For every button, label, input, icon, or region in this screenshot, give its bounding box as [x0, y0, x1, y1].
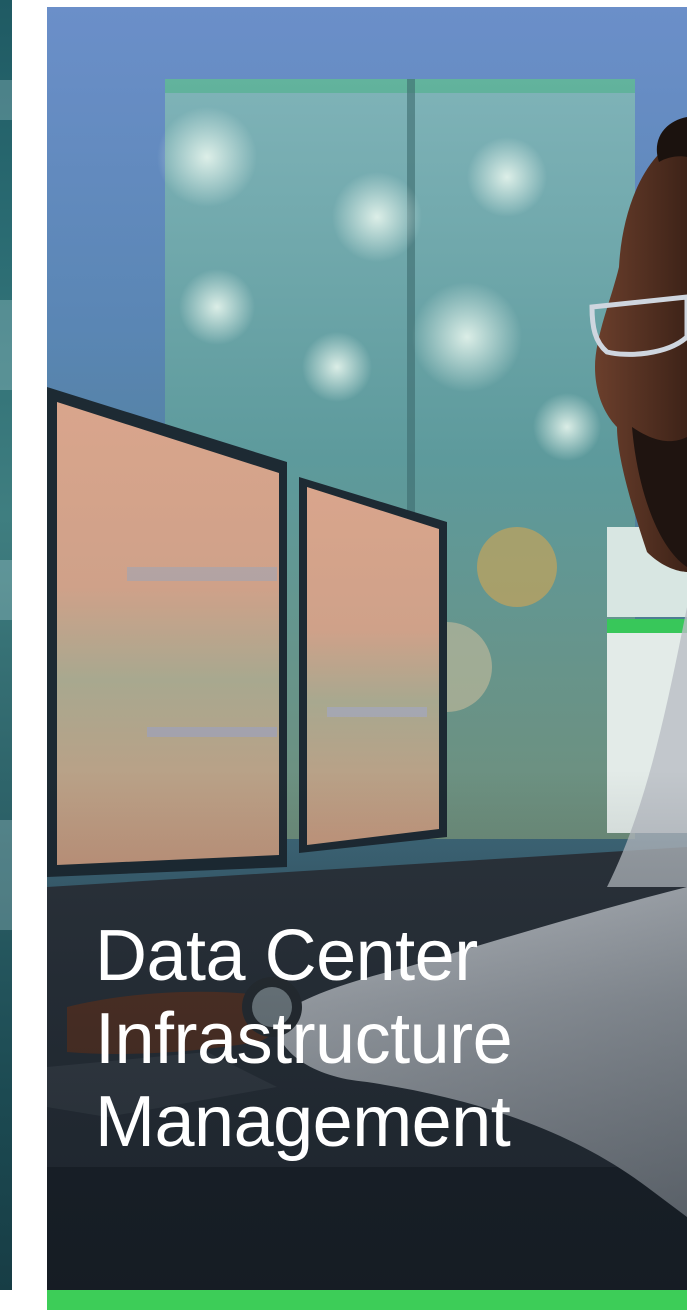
hero-title: Data Center Infrastructure Management	[95, 915, 655, 1164]
hero-title-line-3: Management	[95, 1082, 511, 1162]
hero-title-line-1: Data Center	[95, 916, 478, 996]
hero-card[interactable]: Data Center Infrastructure Management	[47, 7, 687, 1290]
accent-bar	[47, 1290, 687, 1310]
hero-title-line-2: Infrastructure	[95, 999, 513, 1079]
adjacent-card-edge	[0, 0, 12, 1290]
